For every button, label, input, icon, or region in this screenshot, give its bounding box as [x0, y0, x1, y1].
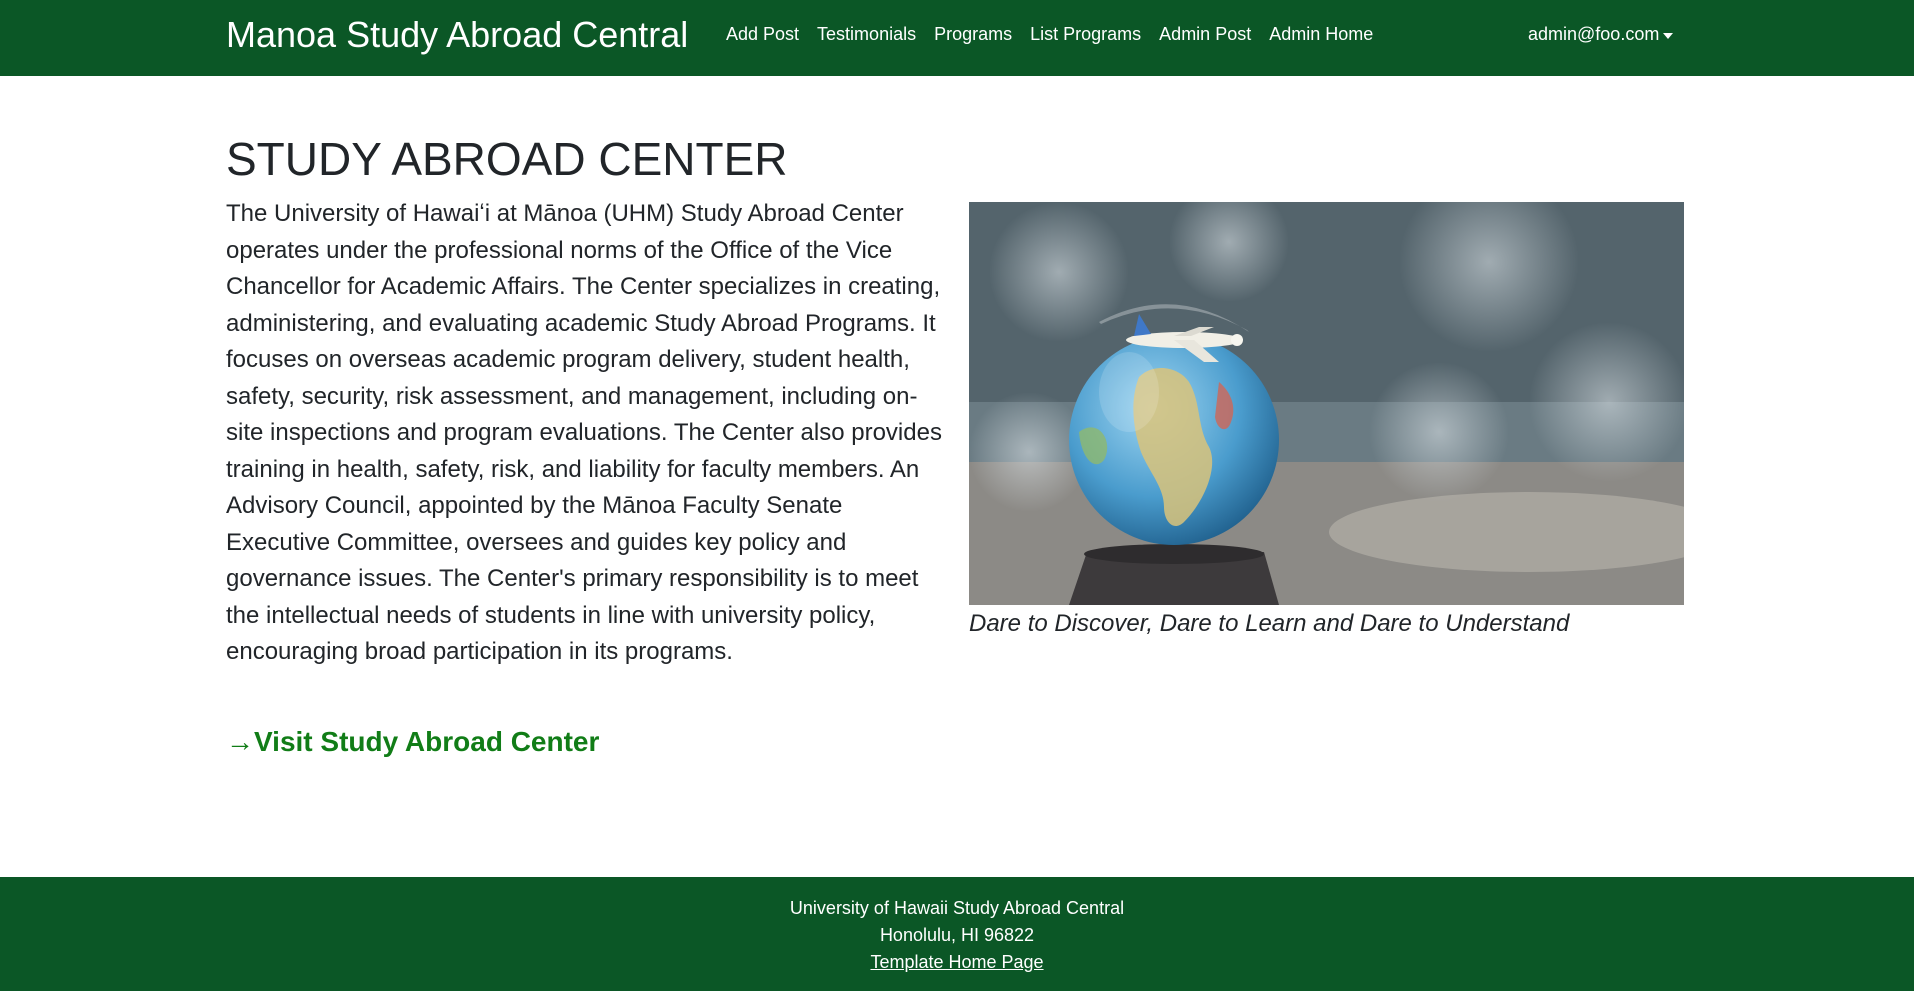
image-caption: Dare to Discover, Dare to Learn and Dare…: [969, 610, 1570, 637]
footer-address: Honolulu, HI 96822: [879, 925, 1035, 945]
nav-link-list-programs[interactable]: List Programs: [1030, 24, 1141, 45]
globe-airplane-illustration: [969, 202, 1684, 605]
footer: University of Hawaii Study Abroad Centra…: [0, 877, 1914, 991]
nav-link-programs[interactable]: Programs: [934, 24, 1012, 45]
visit-study-abroad-link[interactable]: → Visit Study Abroad Center: [226, 726, 599, 758]
nav-link-admin-post[interactable]: Admin Post: [1159, 24, 1251, 45]
navbar: Manoa Study Abroad Central Add Post Test…: [0, 0, 1914, 76]
user-email: admin@foo.com: [1528, 24, 1660, 44]
arrow-right-icon: →: [226, 726, 254, 757]
nav-link-admin-home[interactable]: Admin Home: [1269, 24, 1373, 45]
footer-template-link[interactable]: Template Home Page: [870, 952, 1043, 972]
globe-airplane-photo: [969, 202, 1684, 605]
nav-link-add-post[interactable]: Add Post: [726, 24, 799, 45]
user-dropdown[interactable]: admin@foo.com: [1528, 24, 1674, 45]
intro-paragraph: The University of Hawaiʻi at Mānoa (UHM)…: [226, 200, 942, 665]
brand-logo[interactable]: Manoa Study Abroad Central: [226, 14, 688, 56]
nav-link-testimonials[interactable]: Testimonials: [817, 24, 916, 45]
caret-down-icon: [1663, 32, 1674, 39]
footer-org-name: University of Hawaii Study Abroad Centra…: [789, 898, 1125, 918]
page-title: STUDY ABROAD CENTER: [226, 133, 788, 185]
visit-link-label: Visit Study Abroad Center: [254, 726, 600, 757]
nav-links: Add Post Testimonials Programs List Prog…: [726, 24, 1373, 45]
